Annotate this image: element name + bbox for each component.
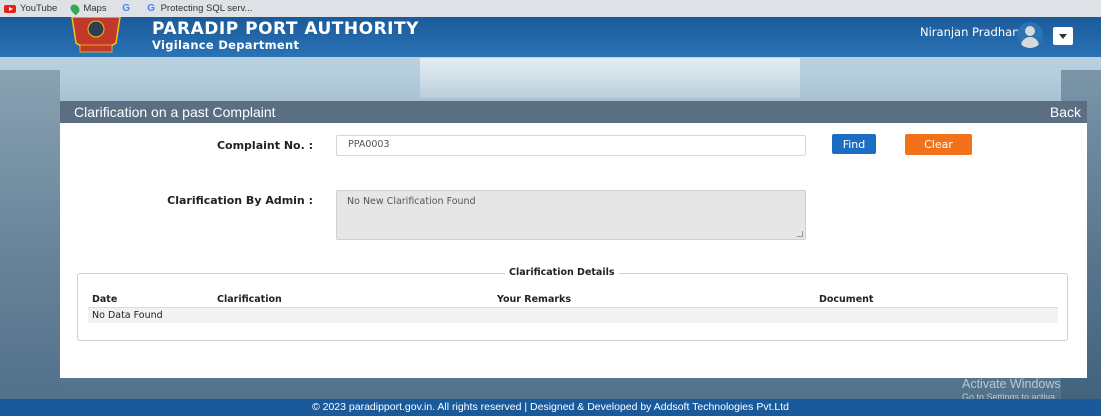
site-header: PARADIP PORT AUTHORITY Vigilance Departm…: [0, 16, 1101, 57]
clarification-details-table: Date Clarification Your Remarks Document…: [88, 292, 1058, 323]
chevron-down-icon: [1059, 33, 1067, 39]
user-name: Niranjan Pradhan: [920, 25, 1020, 39]
org-title: PARADIP PORT AUTHORITY: [152, 19, 419, 39]
clear-button[interactable]: Clear: [905, 134, 972, 155]
clarification-label: Clarification By Admin :: [167, 194, 313, 207]
resize-grip-icon: [797, 231, 803, 237]
back-link[interactable]: Back: [1050, 104, 1081, 120]
youtube-icon: [4, 4, 16, 13]
complaint-number-input[interactable]: PPA0003: [336, 135, 806, 156]
column-header-date: Date: [88, 292, 213, 308]
complaint-number-label: Complaint No. :: [216, 139, 313, 152]
bookmarks-bar: YouTube Maps G G Protecting SQL serv...: [0, 0, 1101, 17]
footer-text: © 2023 paradipport.gov.in. All rights re…: [311, 401, 790, 413]
clarification-details-fieldset: Clarification Details Date Clarification…: [77, 267, 1068, 341]
clarification-text: No New Clarification Found: [347, 196, 476, 207]
bookmark-label: Protecting SQL serv...: [160, 3, 253, 14]
port-authority-logo: [66, 16, 126, 57]
bookmark-label: YouTube: [20, 3, 58, 14]
column-header-document: Document: [815, 292, 1058, 308]
bookmark-maps[interactable]: Maps: [68, 2, 107, 15]
watermark-line1: Activate Windows: [962, 377, 1061, 391]
google-icon: G: [122, 3, 130, 14]
clarification-panel: Clarification on a past Complaint Back C…: [60, 101, 1087, 378]
background-crane: [420, 58, 800, 98]
site-footer: © 2023 paradipport.gov.in. All rights re…: [0, 399, 1101, 416]
google-icon: G: [147, 3, 155, 14]
bookmark-youtube[interactable]: YouTube: [4, 3, 57, 14]
fieldset-legend: Clarification Details: [505, 267, 619, 278]
column-header-clarification: Clarification: [213, 292, 493, 308]
clarification-textarea: No New Clarification Found: [336, 190, 806, 240]
background-structure: [0, 70, 60, 400]
table-row: No Data Found: [88, 307, 1058, 323]
find-button[interactable]: Find: [832, 134, 876, 154]
user-avatar-icon[interactable]: [1017, 22, 1043, 48]
empty-table-message: No Data Found: [88, 307, 1058, 323]
panel-header: Clarification on a past Complaint Back: [60, 101, 1087, 123]
maps-icon: [68, 2, 82, 15]
bookmark-label: Maps: [83, 3, 107, 14]
panel-title: Clarification on a past Complaint: [74, 104, 276, 120]
bookmark-protecting-sql[interactable]: G Protecting SQL serv...: [146, 3, 253, 14]
table-header-row: Date Clarification Your Remarks Document: [88, 292, 1058, 308]
user-menu-dropdown-button[interactable]: [1053, 27, 1073, 45]
org-subtitle: Vigilance Department: [152, 38, 300, 52]
bookmark-google[interactable]: G: [121, 3, 132, 14]
column-header-remarks: Your Remarks: [493, 292, 815, 308]
